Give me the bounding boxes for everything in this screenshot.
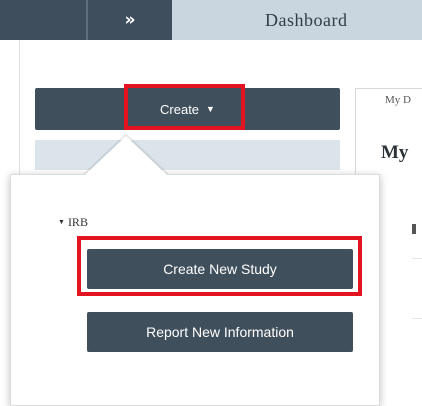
report-new-information-button[interactable]: Report New Information [87,312,353,352]
irb-section-label: IRB [67,215,88,229]
highlight-box-create [124,84,245,130]
main-divider [412,258,422,259]
tab-my-dashboard[interactable]: My D [385,94,411,106]
page-title: Dashboard [265,10,348,30]
top-bar-left-block [0,0,88,40]
sidebar-strip [35,140,340,170]
main-text-fragment [412,224,416,234]
main-heading: My [381,142,409,163]
popover-arrow [85,136,167,175]
main-divider [412,318,422,319]
highlight-box-new-study [77,236,362,296]
irb-section-header[interactable]: ▼ IRB [58,215,88,230]
expand-icon[interactable]: » [88,0,172,40]
caret-down-icon: ▼ [58,218,65,226]
